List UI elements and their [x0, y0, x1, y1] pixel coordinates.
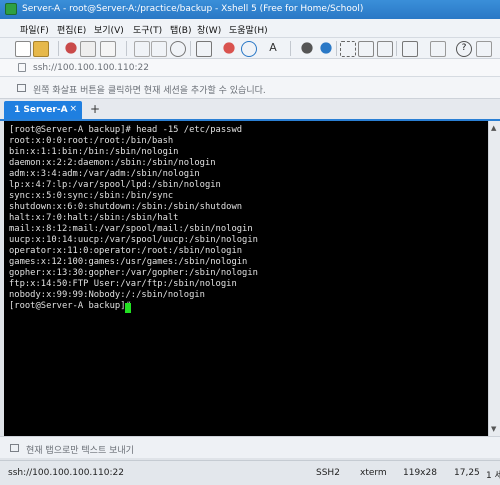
disconnect-icon[interactable]: [80, 41, 96, 57]
menu-edit[interactable]: 편집(E): [57, 23, 86, 36]
compose-menu-icon[interactable]: [10, 444, 19, 452]
globe-icon[interactable]: [241, 41, 257, 57]
reconnect-icon[interactable]: [65, 42, 77, 54]
window-title: Server-A - root@Server-A:/practice/backu…: [22, 4, 364, 14]
status-terminal-type: xterm: [360, 468, 387, 478]
session-manager-icon[interactable]: [17, 84, 26, 92]
status-cursor-position: 17,25: [454, 468, 480, 478]
status-terminal-size: 119x28: [403, 468, 437, 478]
copy-icon[interactable]: [134, 41, 150, 57]
find-icon[interactable]: [170, 41, 186, 57]
session-hint-text: 왼쪽 화살표 버튼을 클릭하면 현재 세션을 추가할 수 있습니다.: [33, 86, 266, 96]
terminal-line: sync:x:5:0:sync:/sbin:/bin/sync: [9, 191, 174, 201]
tab-bar: 1 Server-A × +: [0, 99, 500, 121]
terminal-line: nobody:x:99:99:Nobody:/:/sbin/nologin: [9, 290, 205, 300]
tab-close-icon[interactable]: ×: [69, 104, 77, 114]
terminal-line: bin:x:1:1:bin:/bin:/sbin/nologin: [9, 147, 179, 157]
lock-screen-icon[interactable]: [358, 41, 374, 57]
toolbar-separator: [126, 41, 127, 56]
status-sessions: 1 세: [486, 471, 500, 481]
fullscreen-icon[interactable]: [340, 41, 356, 57]
lock-icon: [18, 63, 26, 72]
terminal-prompt: [root@Server-A backup]#: [9, 301, 137, 311]
toolbar-separator: [396, 41, 397, 56]
help-icon[interactable]: ?: [456, 41, 472, 57]
terminal-line: uucp:x:10:14:uucp:/var/spool/uucp:/sbin/…: [9, 235, 258, 245]
layout-icon[interactable]: [430, 41, 446, 57]
terminal-line: gopher:x:13:30:gopher:/var/gopher:/sbin/…: [9, 268, 258, 278]
menu-tab[interactable]: 탭(B): [170, 23, 191, 36]
properties-icon[interactable]: [100, 41, 116, 57]
status-protocol: SSH2: [316, 468, 340, 478]
new-tab-button[interactable]: +: [88, 102, 102, 116]
terminal-line: ftp:x:14:50:FTP User:/var/ftp:/sbin/nolo…: [9, 279, 237, 289]
menu-bar: 파일(F) 편집(E) 보기(V) 도구(T) 탭(B) 창(W) 도움말(H): [0, 19, 500, 38]
terminal-line: daemon:x:2:2:daemon:/sbin:/sbin/nologin: [9, 158, 216, 168]
terminal-line: lp:x:4:7:lp:/var/spool/lpd:/sbin/nologin: [9, 180, 221, 190]
terminal-line: games:x:12:100:games:/usr/games:/sbin/no…: [9, 257, 248, 267]
new-session-icon[interactable]: [15, 41, 31, 57]
status-bar: ssh://100.100.100.110:22 SSH2 xterm 119x…: [0, 460, 500, 485]
menu-tools[interactable]: 도구(T): [133, 23, 162, 36]
terminal-scrollbar[interactable]: ▲ ▼: [488, 121, 500, 436]
font-icon[interactable]: A: [266, 41, 280, 55]
paste-icon[interactable]: [151, 41, 167, 57]
toolbar-separator: [336, 41, 337, 56]
keyboard-icon[interactable]: [377, 41, 393, 57]
terminal-line: halt:x:7:0:halt:/sbin:/sbin/halt: [9, 213, 179, 223]
toolbar-options-icon[interactable]: [476, 41, 492, 57]
terminal-line: [root@Server-A backup]# head -15 /etc/pa…: [9, 125, 243, 135]
menu-window[interactable]: 창(W): [197, 23, 221, 36]
script-icon[interactable]: [402, 41, 418, 57]
xshell-app-icon: [5, 3, 17, 15]
terminal-line: operator:x:11:0:operator:/root:/sbin/nol…: [9, 246, 243, 256]
address-text[interactable]: ssh://100.100.100.110:22: [33, 63, 149, 73]
tab-server-a[interactable]: 1 Server-A ×: [4, 101, 82, 119]
title-bar: Server-A - root@Server-A:/practice/backu…: [0, 0, 500, 19]
toolbar: A ?: [0, 38, 500, 59]
terminal-area[interactable]: [root@Server-A backup]# head -15 /etc/pa…: [4, 121, 488, 436]
toolbar-separator: [58, 41, 59, 56]
tab-label: 1 Server-A: [14, 105, 68, 115]
terminal-line: adm:x:3:4:adm:/var/adm:/sbin/nologin: [9, 169, 200, 179]
compose-bar[interactable]: 현재 탭으로만 텍스트 보내기: [0, 436, 500, 458]
terminal-line: root:x:0:0:root:/root:/bin/bash: [9, 136, 174, 146]
scroll-down-icon[interactable]: ▼: [491, 425, 496, 433]
session-hint-bar: 왼쪽 화살표 버튼을 클릭하면 현재 세션을 추가할 수 있습니다.: [0, 77, 500, 99]
open-folder-icon[interactable]: [33, 41, 49, 57]
xftp-icon[interactable]: [301, 42, 313, 54]
menu-help[interactable]: 도움말(H): [229, 23, 268, 36]
terminal-line: shutdown:x:6:0:shutdown:/sbin:/sbin/shut…: [9, 202, 243, 212]
terminal-cursor: [125, 303, 131, 313]
scroll-up-icon[interactable]: ▲: [491, 124, 496, 132]
menu-view[interactable]: 보기(V): [94, 23, 124, 36]
toolbar-separator: [190, 41, 191, 56]
terminal-line: mail:x:8:12:mail:/var/spool/mail:/sbin/n…: [9, 224, 253, 234]
status-address: ssh://100.100.100.110:22: [8, 468, 124, 478]
address-bar[interactable]: ssh://100.100.100.110:22: [0, 59, 500, 77]
toolbar-separator: [290, 41, 291, 56]
compose-bar-text: 현재 탭으로만 텍스트 보내기: [26, 446, 134, 456]
color-scheme-icon[interactable]: [223, 42, 235, 54]
menu-file[interactable]: 파일(F): [20, 23, 49, 36]
print-icon[interactable]: [196, 41, 212, 57]
xmanager-icon[interactable]: [320, 42, 332, 54]
